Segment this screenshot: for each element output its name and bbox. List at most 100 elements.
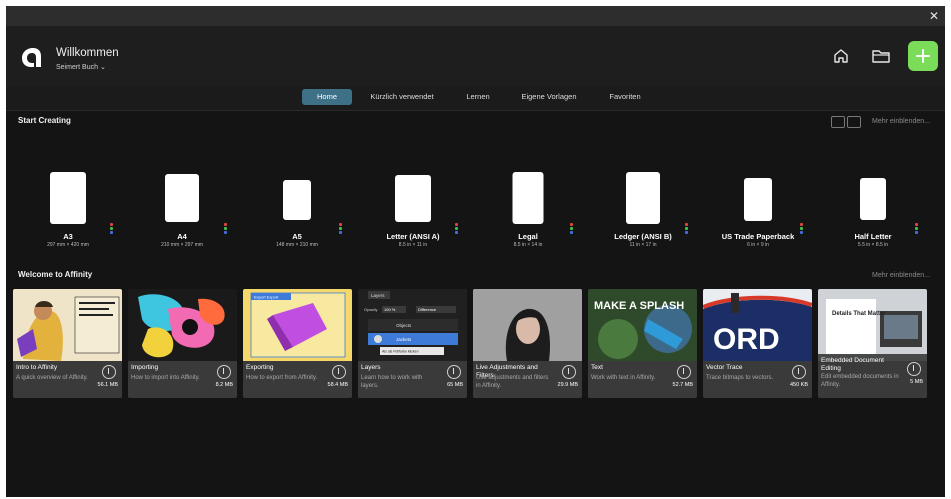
tutorial-card-exporting[interactable]: Export Export Exporting How to export fr… [243,289,352,398]
download-icon[interactable] [447,365,461,379]
card-size: 52.7 MB [672,382,693,388]
card-size: 65 MB [447,382,463,388]
page-thumbnail [165,174,199,222]
tab-learn[interactable]: Lernen [458,89,498,105]
app-header: Willkommen Seimert Buch ⌄ [6,26,945,86]
preset-dimensions: 5.5 in × 8.5 in [857,242,889,248]
export-panel-label: Export Export [254,295,279,300]
download-icon[interactable] [907,362,921,376]
page-thumbnail [512,172,544,224]
preset-name: A4 [177,232,187,241]
download-icon[interactable] [562,365,576,379]
main-tabs: Home Kürzlich verwendet Lernen Eigene Vo… [6,86,945,111]
preset-a5[interactable]: A5 148 mm × 210 mm [247,166,347,248]
preset-half-letter[interactable]: Half Letter 5.5 in × 8.5 in [823,166,923,248]
tab-own-templates[interactable]: Eigene Vorlagen [514,89,584,105]
card-size: 5 MB [910,379,923,385]
close-icon[interactable]: ✕ [927,7,941,25]
preset-name: Ledger (ANSI B) [614,232,672,241]
page-thumbnail [283,180,311,220]
preset-us-trade-paperback[interactable]: US Trade Paperback 6 in × 9 in [708,166,808,248]
preset-dimensions: 8.5 in × 14 in [513,242,543,248]
view-toggle[interactable] [831,116,865,129]
preset-name: US Trade Paperback [721,232,795,241]
preset-ledger[interactable]: Ledger (ANSI B) 11 in × 17 in [593,166,693,248]
card-title: Vector Trace [706,364,743,371]
download-icon[interactable] [792,365,806,379]
preset-name: Legal [518,232,538,241]
preset-a3[interactable]: A3 297 mm × 420 mm [18,166,118,248]
plus-icon [916,49,930,63]
importing-thumbnail [128,289,237,361]
card-description: How to export from Affinity. [246,375,318,381]
download-icon[interactable] [677,365,691,379]
card-description: How to import into Affinity. [131,375,200,381]
card-title: Text [591,364,603,371]
open-folder-button[interactable] [866,41,896,71]
layers-tooltip: Als als Füllfarbe klicken [382,350,419,354]
home-button[interactable] [826,41,856,71]
card-info: Live Adjustments and Filters Use adjustm… [473,361,582,398]
welcome-title: Willkommen [56,47,119,59]
tutorial-card-vector-trace[interactable]: ORD Vector Trace Trace bitmaps to vector… [703,289,812,398]
adjustments-thumbnail [473,289,582,361]
preset-dimensions: 8.5 in × 11 in [398,242,428,248]
page-thumbnail [395,175,431,222]
preset-dimensions: 210 mm × 297 mm [161,242,203,248]
start-show-more-link[interactable]: Mehr einblenden... [872,118,930,125]
welcome-show-more-link[interactable]: Mehr einblenden... [872,272,930,279]
download-icon[interactable] [102,365,116,379]
card-info: Exporting How to export from Affinity. 5… [243,361,352,398]
download-icon[interactable] [332,365,346,379]
card-info: Layers Learn how to work with layers. 65… [358,361,467,398]
opacity-value: 100 % [384,307,396,312]
card-title: Exporting [246,364,274,371]
layers-thumbnail: Layers Opacity 100 % Difference Objects … [358,289,467,361]
text-thumbnail: MAKE A SPLASH [588,289,697,361]
card-info: Text Work with text in Affinity. 52.7 MB [588,361,697,398]
tutorial-card-intro[interactable]: Intro to Affinity A quick overview of Af… [13,289,122,398]
preset-letter[interactable]: Letter (ANSI A) 8.5 in × 11 in [363,166,463,248]
tutorial-card-text[interactable]: MAKE A SPLASH Text Work with text in Aff… [588,289,697,398]
tutorial-card-importing[interactable]: Importing How to import into Affinity. 8… [128,289,237,398]
card-description: A quick overview of Affinity. [16,375,88,381]
embedded-editing-thumbnail: Details That Matter [818,289,927,361]
card-title: Intro to Affinity [16,364,58,371]
card-info: Intro to Affinity A quick overview of Af… [13,361,122,398]
exporting-thumbnail: Export Export [243,289,352,361]
preset-a4[interactable]: A4 210 mm × 297 mm [132,166,232,248]
new-document-button[interactable] [908,41,938,71]
tab-recent[interactable]: Kürzlich verwendet [362,89,442,105]
user-account-menu[interactable]: Seimert Buch ⌄ [56,63,106,71]
preset-name: A3 [63,232,73,241]
card-size: 29.9 MB [557,382,578,388]
welcome-section-heading: Welcome to Affinity [18,270,93,279]
tab-favorites[interactable]: Favoriten [602,89,648,105]
card-size: 8.2 MB [215,382,233,388]
landscape-view-icon[interactable] [847,116,861,128]
preset-dimensions: 6 in × 9 in [747,242,769,248]
tutorial-card-embedded-editing[interactable]: Details That Matter Embedded Document Ed… [818,289,927,398]
preset-dimensions: 11 in × 17 in [629,242,657,248]
card-description: Learn how to work with layers. [361,375,423,389]
tutorial-card-layers[interactable]: Layers Opacity 100 % Difference Objects … [358,289,467,398]
tutorial-card-live-adjustments[interactable]: Live Adjustments and Filters Use adjustm… [473,289,582,398]
vector-art-text: ORD [713,323,780,356]
splash-headline: MAKE A SPLASH [594,300,684,312]
portrait-view-icon[interactable] [831,116,845,128]
card-size: 56.1 MB [97,382,118,388]
card-info: Vector Trace Trace bitmaps to vectors. 4… [703,361,812,398]
preset-legal[interactable]: Legal 8.5 in × 14 in [478,166,578,248]
card-description: Trace bitmaps to vectors. [706,375,774,381]
download-icon[interactable] [217,365,231,379]
tab-home[interactable]: Home [302,89,352,105]
card-title: Layers [361,364,381,371]
page-thumbnail [626,172,660,224]
folder-icon [872,50,890,63]
affinity-logo-icon [22,48,41,67]
preset-name: Letter (ANSI A) [386,232,440,241]
opacity-label: Opacity [364,307,378,312]
vector-trace-thumbnail: ORD [703,289,812,361]
card-description: Edit embedded documents in Affinity. [821,374,899,388]
home-icon [834,49,848,63]
